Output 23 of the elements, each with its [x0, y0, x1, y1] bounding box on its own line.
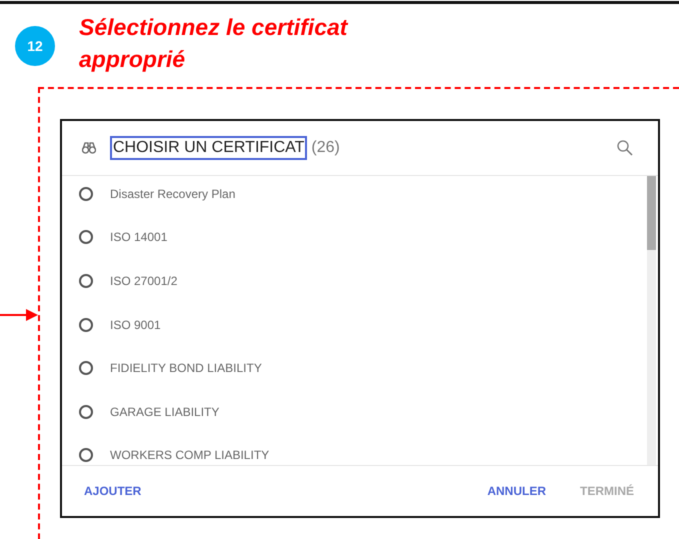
- radio-button[interactable]: [79, 361, 93, 376]
- dialog-title: CHOISIR UN CERTIFICAT: [110, 136, 308, 160]
- text-button[interactable]: AJOUTER: [84, 480, 142, 502]
- certificate-option[interactable]: ISO 27001/2: [62, 259, 647, 303]
- radio-button[interactable]: [79, 186, 93, 201]
- step-title: Sélectionnez le certificat approprié: [79, 13, 350, 74]
- step-number-badge: 12: [15, 26, 55, 66]
- text-button[interactable]: ANNULER: [487, 480, 546, 502]
- certificate-option[interactable]: FIDIELITY BOND LIABILITY: [62, 346, 647, 390]
- certificate-option[interactable]: GARAGE LIABILITY: [62, 390, 647, 434]
- certificate-option[interactable]: ISO 14001: [62, 216, 647, 260]
- certificate-option[interactable]: Disaster Recovery Plan: [62, 176, 647, 216]
- radio-button[interactable]: [79, 448, 93, 462]
- certificate-option[interactable]: WORKERS COMP LIABILITY: [62, 434, 647, 465]
- radio-button[interactable]: [79, 318, 93, 332]
- radio-button[interactable]: [79, 404, 93, 419]
- binoculars-icon: [82, 142, 96, 154]
- search-icon[interactable]: [616, 139, 634, 157]
- radio-button[interactable]: [79, 230, 93, 244]
- certificate-option[interactable]: ISO 9001: [62, 302, 647, 346]
- scrollbar-thumb[interactable]: [647, 176, 656, 250]
- item-count: (26): [311, 139, 340, 157]
- radio-button[interactable]: [79, 274, 93, 288]
